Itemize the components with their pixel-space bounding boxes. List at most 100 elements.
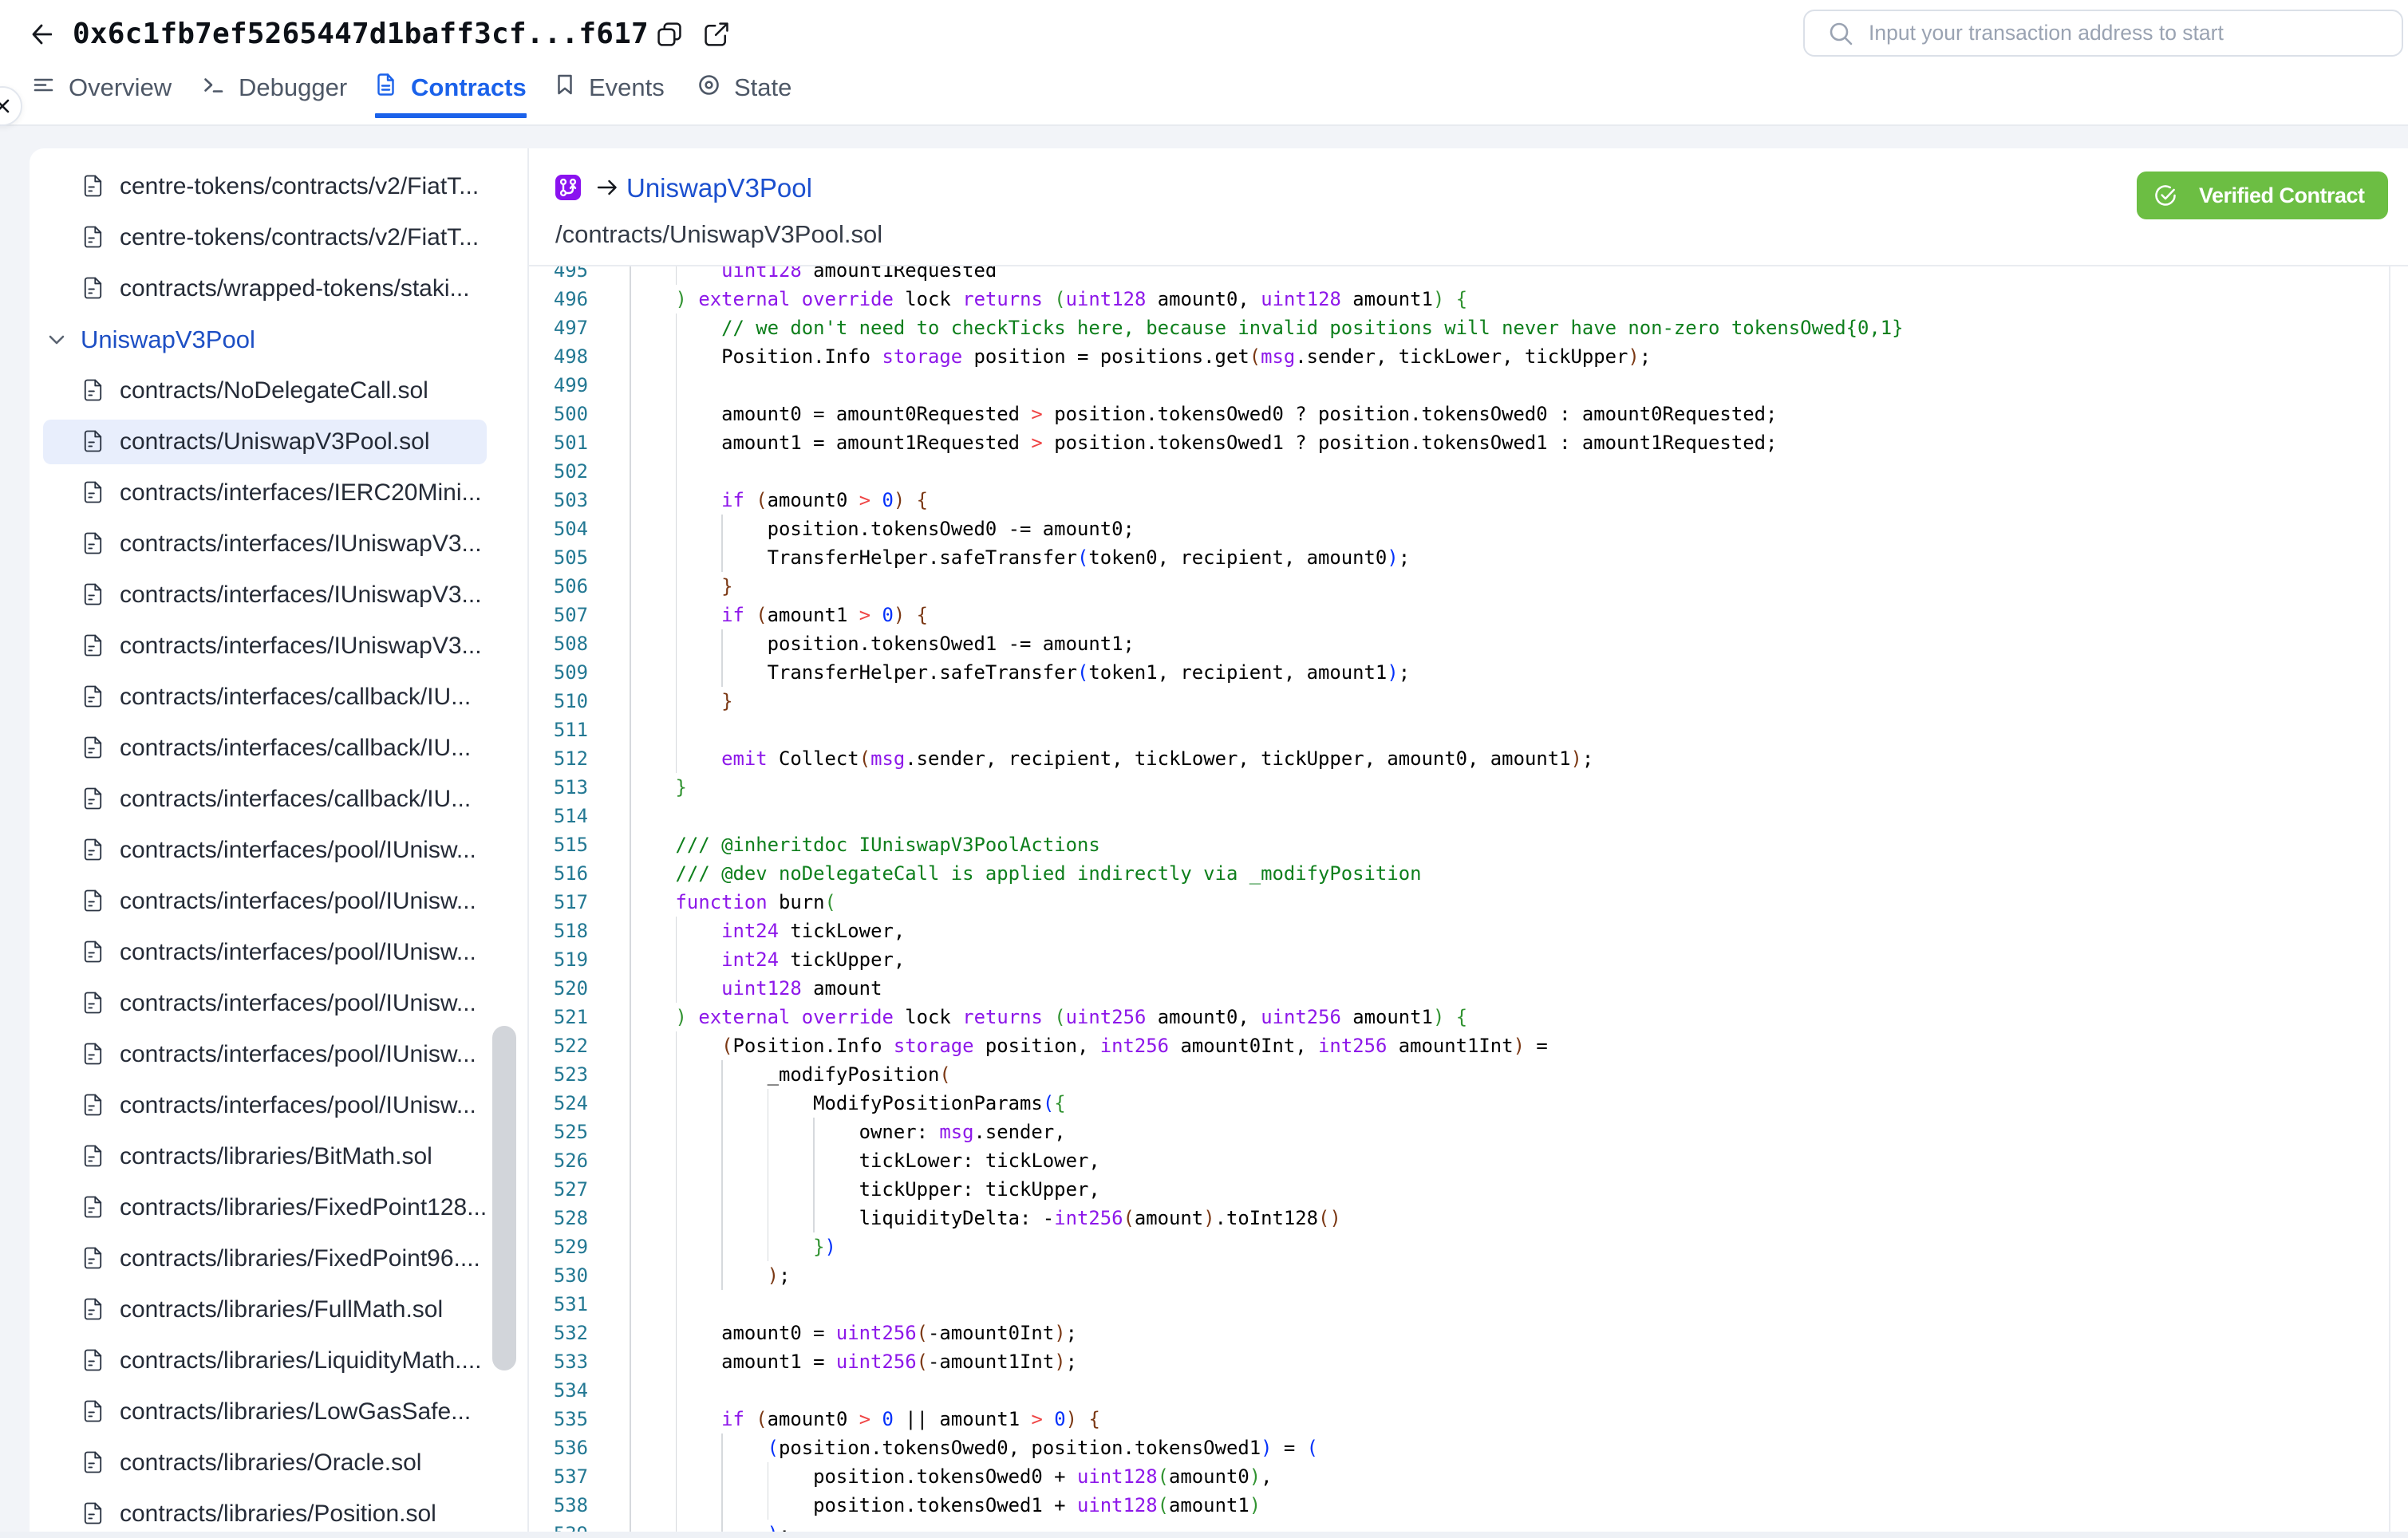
- file-item[interactable]: contracts/interfaces/pool/IUnisw...: [43, 879, 487, 924]
- bottom-strip: [0, 1532, 2408, 1538]
- close-icon: [0, 99, 10, 113]
- tab-events[interactable]: Events: [555, 61, 665, 126]
- file-item[interactable]: contracts/interfaces/IUniswapV3...: [43, 522, 487, 566]
- code-text: int24 tickLower,: [721, 920, 906, 942]
- file-item[interactable]: contracts/libraries/FixedPoint96....: [43, 1236, 487, 1281]
- file-icon: [83, 684, 103, 712]
- file-item[interactable]: contracts/interfaces/IUniswapV3...: [43, 624, 487, 668]
- file-item[interactable]: contracts/interfaces/IUniswapV3...: [43, 573, 487, 617]
- copy-icon[interactable]: [656, 21, 683, 48]
- top-header: 0x6c1fb7ef5265447d1baff3cf...f617: [0, 0, 2408, 61]
- file-item-label: contracts/interfaces/pool/IUnisw...: [120, 837, 476, 863]
- tab-debugger[interactable]: Debugger: [203, 61, 347, 126]
- file-item[interactable]: contracts/interfaces/pool/IUnisw...: [43, 1032, 487, 1077]
- file-icon: [83, 1093, 103, 1121]
- code-line-505: 505 TransferHelper.safeTransfer(token0, …: [529, 543, 2389, 572]
- contract-name-link[interactable]: UniswapV3Pool: [626, 173, 812, 203]
- line-number: 508: [553, 633, 588, 655]
- file-item[interactable]: contracts/NoDelegateCall.sol: [43, 369, 487, 413]
- file-item[interactable]: contracts/wrapped-tokens/staki...: [43, 266, 487, 311]
- line-number: 517: [553, 891, 588, 913]
- tab-contracts[interactable]: Contracts: [375, 61, 527, 126]
- external-link-icon[interactable]: [703, 21, 730, 48]
- file-item-label: contracts/UniswapV3Pool.sol: [120, 428, 430, 455]
- file-icon: [83, 889, 103, 917]
- file-item[interactable]: contracts/libraries/BitMath.sol: [43, 1134, 487, 1179]
- code-line-535: 535 if (amount0 > 0 || amount1 > 0) {: [529, 1405, 2389, 1433]
- code-line-501: 501 amount1 = amount1Requested > positio…: [529, 428, 2389, 457]
- code-line-537: 537 position.tokensOwed0 + uint128(amoun…: [529, 1462, 2389, 1491]
- file-item-label: centre-tokens/contracts/v2/FiatT...: [120, 224, 480, 250]
- code-text: Position.Info storage position = positio…: [630, 345, 1652, 368]
- code-text: if (amount0 > 0) {: [721, 489, 929, 511]
- code-line-522: 522 (Position.Info storage position, int…: [529, 1031, 2389, 1060]
- events-icon: [555, 73, 574, 102]
- indent-guide: [675, 716, 677, 744]
- file-item[interactable]: contracts/interfaces/callback/IU...: [43, 726, 487, 771]
- code-text: ModifyPositionParams({: [630, 1092, 1066, 1114]
- line-number: 527: [553, 1178, 588, 1201]
- file-item-label: contracts/interfaces/IUniswapV3...: [120, 582, 482, 608]
- line-number: 528: [553, 1207, 588, 1229]
- code-text: if (amount0 > 0 || amount1 > 0) {: [721, 1408, 1100, 1430]
- code-text: _modifyPosition(: [630, 1063, 951, 1086]
- transaction-hash: 0x6c1fb7ef5265447d1baff3cf...f617: [73, 18, 649, 50]
- code-line-498: 498 Position.Info storage position = pos…: [529, 342, 2389, 371]
- indent-guide: [630, 716, 631, 744]
- tab-label: Events: [589, 73, 665, 101]
- indent-guide: [675, 1376, 677, 1405]
- file-item[interactable]: contracts/interfaces/pool/IUnisw...: [43, 828, 487, 873]
- file-item-label: contracts/libraries/Oracle.sol: [120, 1449, 422, 1476]
- code-line-510: 510 }: [529, 687, 2389, 716]
- file-icon: [83, 225, 103, 253]
- code-text: tickUpper: tickUpper,: [630, 1178, 1100, 1201]
- code-editor[interactable]: 495 uint128 amount1Requested 496 ) extern…: [529, 266, 2390, 1538]
- file-item[interactable]: centre-tokens/contracts/v2/FiatT...: [43, 215, 487, 260]
- search-input[interactable]: [1869, 21, 2402, 45]
- file-item[interactable]: contracts/libraries/Oracle.sol: [43, 1441, 487, 1485]
- file-item-label: contracts/interfaces/callback/IU...: [120, 684, 472, 710]
- back-arrow-icon[interactable]: [31, 22, 52, 47]
- code-line-519: 519 int24 tickUpper,: [529, 945, 2389, 974]
- file-item[interactable]: contracts/libraries/LiquidityMath....: [43, 1339, 487, 1383]
- file-icon: [83, 276, 103, 304]
- chevron-down-icon: [45, 331, 68, 353]
- indent-guide: [630, 371, 631, 400]
- line-number: 535: [553, 1408, 588, 1430]
- code-line-532: 532 amount0 = uint256(-amount0Int);: [529, 1319, 2389, 1347]
- file-icon: [83, 582, 103, 610]
- line-number: 495: [553, 266, 588, 282]
- file-item[interactable]: contracts/UniswapV3Pool.sol: [43, 420, 487, 464]
- file-item[interactable]: contracts/interfaces/callback/IU...: [43, 777, 487, 822]
- code-line-506: 506 }: [529, 572, 2389, 601]
- code-line-503: 503 if (amount0 > 0) {: [529, 486, 2389, 515]
- file-item[interactable]: contracts/interfaces/callback/IU...: [43, 675, 487, 720]
- code-line-526: 526 tickLower: tickLower,: [529, 1146, 2389, 1175]
- tree-node-UniswapV3Pool[interactable]: UniswapV3Pool: [43, 317, 487, 362]
- tab-state[interactable]: State: [698, 61, 791, 126]
- code-line-500: 500 amount0 = amount0Requested > positio…: [529, 400, 2389, 428]
- file-item[interactable]: contracts/interfaces/pool/IUnisw...: [43, 981, 487, 1026]
- line-number: 534: [553, 1379, 588, 1402]
- code-line-517: 517 function burn(: [529, 888, 2389, 917]
- tab-overview[interactable]: Overview: [33, 61, 172, 126]
- line-number: 497: [553, 317, 588, 339]
- line-number: 503: [553, 489, 588, 511]
- file-icon: [83, 940, 103, 968]
- file-icon: [83, 991, 103, 1019]
- file-item[interactable]: contracts/interfaces/pool/IUnisw...: [43, 1083, 487, 1128]
- file-item[interactable]: contracts/libraries/Position.sol: [43, 1492, 487, 1536]
- file-explorer-scrollbar[interactable]: [492, 1026, 516, 1370]
- file-item[interactable]: contracts/libraries/FixedPoint128...: [43, 1185, 487, 1230]
- code-text: amount1 = uint256(-amount1Int);: [630, 1351, 1077, 1373]
- debugger-icon: [203, 73, 224, 102]
- code-text: uint128 amount: [721, 977, 882, 1000]
- file-item[interactable]: contracts/interfaces/pool/IUnisw...: [43, 930, 487, 975]
- file-item[interactable]: contracts/interfaces/IERC20Mini...: [43, 471, 487, 515]
- file-item[interactable]: contracts/libraries/FullMath.sol: [43, 1288, 487, 1332]
- file-item[interactable]: centre-tokens/contracts/v2/FiatT...: [43, 164, 487, 209]
- verified-contract-badge[interactable]: Verified Contract: [2137, 172, 2388, 219]
- line-number: 496: [553, 288, 588, 310]
- tab-label: State: [734, 73, 792, 101]
- file-item[interactable]: contracts/libraries/LowGasSafe...: [43, 1390, 487, 1434]
